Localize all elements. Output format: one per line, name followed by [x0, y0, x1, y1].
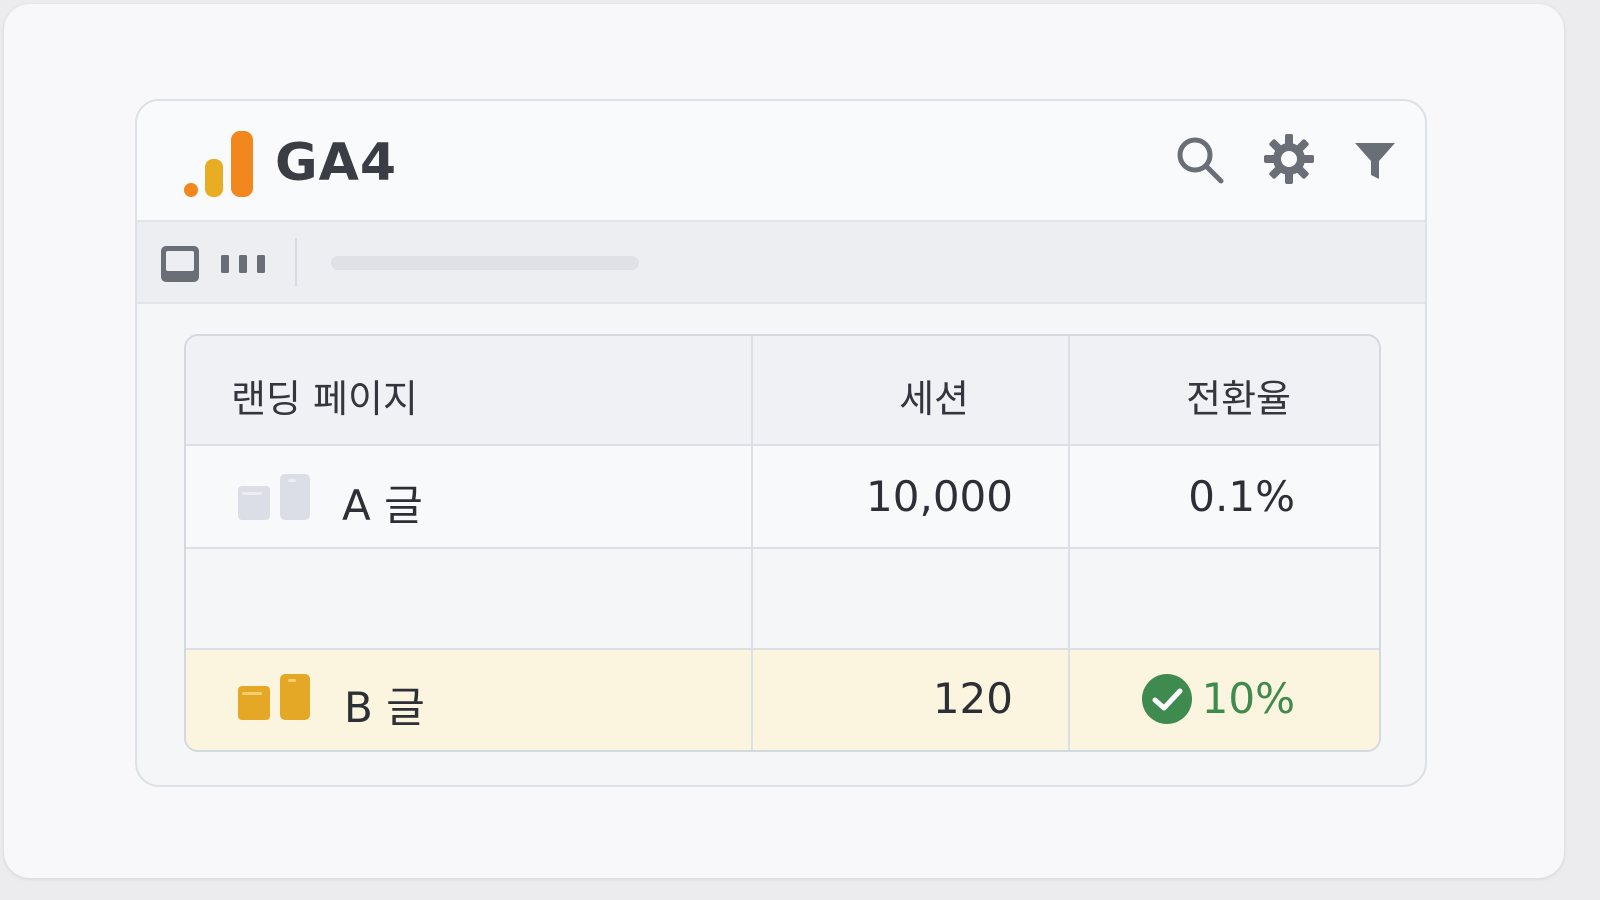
document-pages-icon — [238, 674, 310, 720]
landing-page-table: 랜딩 페이지 세션 전환율 A 글 10,000 0.1% B 글 120 10… — [184, 334, 1381, 752]
column-divider — [751, 336, 753, 750]
screen-background: GA4 랜딩 페이지 세션 전환율 A 글 10,000 0.1% B 글 12… — [4, 4, 1564, 878]
panel-layout-icon[interactable] — [159, 244, 201, 284]
sessions-value: 120 — [932, 674, 1013, 723]
analytics-card: GA4 랜딩 페이지 세션 전환율 A 글 10,000 0.1% B 글 12… — [135, 99, 1427, 787]
column-header-landing-page[interactable]: 랜딩 페이지 — [231, 368, 418, 423]
landing-page-name[interactable]: B 글 — [344, 674, 425, 735]
table-row-highlighted[interactable]: B 글 120 10% — [186, 650, 1379, 750]
ga-logo-icon — [184, 131, 253, 197]
conversion-rate-value: 10% — [1201, 674, 1295, 723]
document-pages-icon — [238, 474, 310, 520]
columns-icon[interactable] — [219, 252, 269, 276]
app-header: GA4 — [137, 101, 1425, 222]
search-bar-placeholder[interactable] — [331, 256, 639, 270]
table-row[interactable]: A 글 10,000 0.1% — [186, 446, 1379, 549]
sessions-value: 10,000 — [866, 472, 1013, 521]
app-title: GA4 — [275, 133, 398, 193]
filter-icon[interactable] — [1347, 131, 1403, 187]
toolbar-divider — [295, 238, 297, 286]
column-header-conversion-rate[interactable]: 전환율 — [1186, 368, 1291, 423]
column-header-sessions[interactable]: 세션 — [899, 368, 969, 423]
column-divider — [1068, 336, 1070, 750]
search-icon[interactable] — [1171, 131, 1227, 187]
table-header-row: 랜딩 페이지 세션 전환율 — [186, 336, 1379, 446]
gear-icon[interactable] — [1261, 131, 1317, 187]
table-row[interactable] — [186, 549, 1379, 650]
toolbar — [137, 222, 1425, 304]
conversion-rate-value: 0.1% — [1188, 472, 1295, 521]
check-circle-icon — [1142, 674, 1192, 724]
landing-page-name[interactable]: A 글 — [342, 472, 423, 533]
